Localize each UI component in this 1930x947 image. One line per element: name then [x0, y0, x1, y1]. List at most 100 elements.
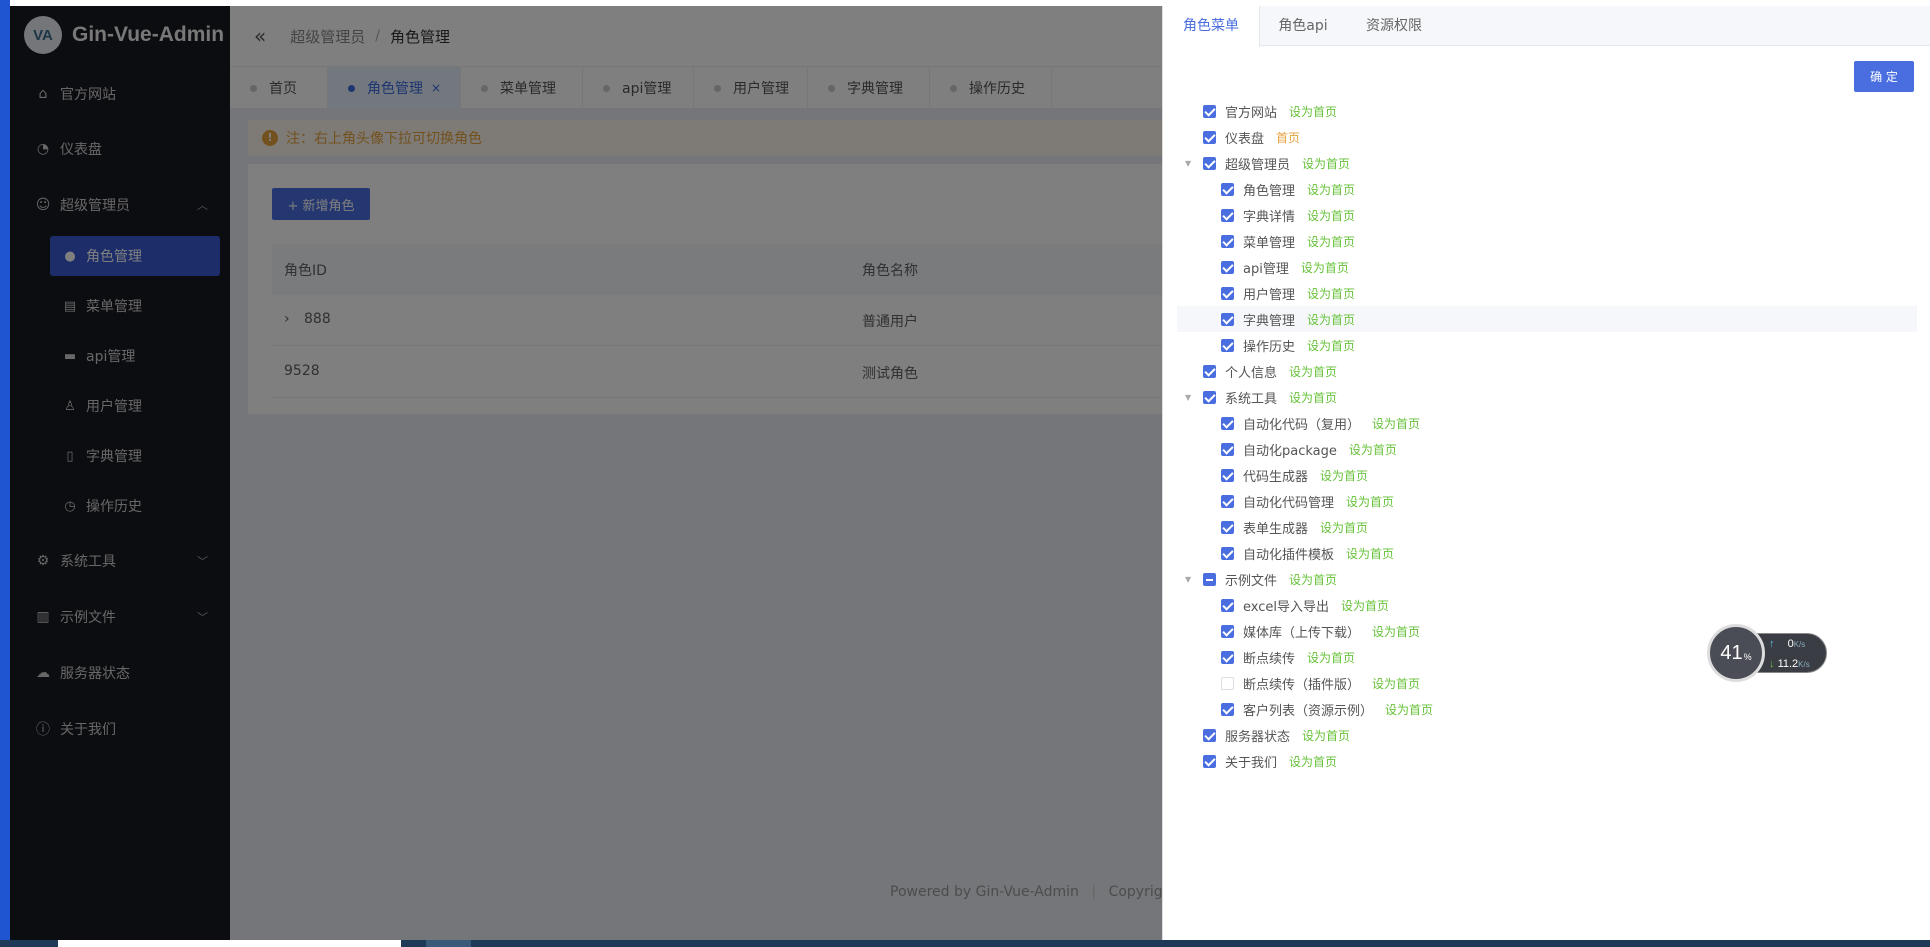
tree-node[interactable]: 仪表盘 首页 — [1203, 124, 1300, 150]
caret-down-icon[interactable]: ▼ — [1185, 159, 1191, 168]
set-home-link[interactable]: 设为首页 — [1372, 623, 1420, 640]
set-home-link[interactable]: 设为首页 — [1289, 389, 1337, 406]
checkbox[interactable] — [1221, 676, 1234, 690]
tree-node[interactable]: 自动化代码管理 设为首页 — [1221, 488, 1394, 514]
tree-node[interactable]: 官方网站 设为首页 — [1203, 98, 1337, 124]
set-home-link[interactable]: 设为首页 — [1372, 675, 1420, 692]
tree-node[interactable]: api管理 设为首页 — [1221, 254, 1349, 280]
checkbox[interactable] — [1203, 364, 1216, 378]
checkbox[interactable] — [1203, 130, 1216, 144]
tree-node[interactable]: 自动化插件模板 设为首页 — [1221, 540, 1394, 566]
set-home-link[interactable]: 设为首页 — [1289, 363, 1337, 380]
checkbox[interactable] — [1221, 468, 1234, 482]
checkbox[interactable] — [1221, 286, 1234, 300]
tree-node[interactable]: ▼ 超级管理员 设为首页 — [1185, 150, 1350, 176]
confirm-button[interactable]: 确 定 — [1854, 61, 1914, 92]
tree-node[interactable]: ▼ 示例文件 设为首页 — [1185, 566, 1337, 592]
set-home-link[interactable]: 设为首页 — [1289, 103, 1337, 120]
checkbox[interactable] — [1203, 390, 1216, 404]
set-home-link[interactable]: 设为首页 — [1307, 311, 1355, 328]
tree-node[interactable]: 表单生成器 设为首页 — [1221, 514, 1368, 540]
tree-node-label: 自动化代码（复用） — [1243, 417, 1361, 433]
set-home-link[interactable]: 设为首页 — [1289, 571, 1337, 588]
set-home-link[interactable]: 设为首页 — [1346, 493, 1394, 510]
tree-node[interactable]: ▼ 系统工具 设为首页 — [1185, 384, 1337, 410]
modal-overlay[interactable] — [10, 6, 1162, 940]
tree-node[interactable]: 用户管理 设为首页 — [1221, 280, 1355, 306]
tab-role-api[interactable]: 角色api — [1260, 6, 1346, 46]
tree-node[interactable]: 字典管理 设为首页 — [1177, 306, 1917, 332]
set-home-link[interactable]: 设为首页 — [1302, 727, 1350, 744]
set-home-link[interactable]: 设为首页 — [1346, 545, 1394, 562]
taskbar-item[interactable] — [426, 940, 471, 947]
set-home-link[interactable]: 设为首页 — [1320, 519, 1368, 536]
tree-node-label: 断点续传 — [1243, 651, 1296, 667]
checkbox[interactable] — [1221, 416, 1234, 430]
tree-node[interactable]: 断点续传 设为首页 — [1221, 644, 1355, 670]
checkbox[interactable] — [1221, 260, 1234, 274]
set-home-link[interactable]: 设为首页 — [1349, 441, 1397, 458]
checkbox[interactable] — [1203, 104, 1216, 118]
checkbox[interactable] — [1221, 520, 1234, 534]
tree-node[interactable]: 角色管理 设为首页 — [1221, 176, 1355, 202]
network-speed-widget[interactable]: 41% ↑ 0K/s ↓ 11.2K/s — [1707, 624, 1829, 682]
tree-node[interactable]: 菜单管理 设为首页 — [1221, 228, 1355, 254]
tree-node[interactable]: 服务器状态 设为首页 — [1203, 722, 1350, 748]
tree-node[interactable]: 媒体库（上传下载） 设为首页 — [1221, 618, 1420, 644]
checkbox[interactable] — [1203, 572, 1216, 586]
tab-role-menu[interactable]: 角色菜单 — [1163, 6, 1260, 47]
drawer-tabs: 角色菜单 角色api 资源权限 — [1163, 6, 1930, 47]
tree-node[interactable]: 自动化代码（复用） 设为首页 — [1221, 410, 1420, 436]
tree-node[interactable]: excel导入导出 设为首页 — [1221, 592, 1389, 618]
caret-down-icon[interactable]: ▼ — [1185, 393, 1191, 402]
tree-node-label: 自动化package — [1243, 443, 1337, 459]
caret-down-icon[interactable]: ▼ — [1185, 575, 1191, 584]
checkbox[interactable] — [1221, 598, 1234, 612]
set-home-link[interactable]: 设为首页 — [1307, 233, 1355, 250]
set-home-link[interactable]: 设为首页 — [1320, 467, 1368, 484]
tree-node-label: 菜单管理 — [1243, 235, 1296, 251]
set-home-link[interactable]: 设为首页 — [1341, 597, 1389, 614]
tree-node[interactable]: 关于我们 设为首页 — [1203, 748, 1337, 774]
tree-node[interactable]: 断点续传（插件版） 设为首页 — [1221, 670, 1420, 696]
tree-node-label: 用户管理 — [1243, 287, 1296, 303]
set-home-link[interactable]: 设为首页 — [1307, 285, 1355, 302]
set-home-link[interactable]: 设为首页 — [1301, 259, 1349, 276]
set-home-link[interactable]: 设为首页 — [1307, 181, 1355, 198]
tree-node[interactable]: 个人信息 设为首页 — [1203, 358, 1337, 384]
set-home-link[interactable]: 设为首页 — [1307, 207, 1355, 224]
set-home-link[interactable]: 设为首页 — [1307, 337, 1355, 354]
checkbox[interactable] — [1221, 624, 1234, 638]
set-home-link[interactable]: 设为首页 — [1372, 415, 1420, 432]
set-home-link[interactable]: 设为首页 — [1307, 649, 1355, 666]
checkbox[interactable] — [1221, 182, 1234, 196]
checkbox[interactable] — [1221, 702, 1234, 716]
tree-node-label: 自动化代码管理 — [1243, 495, 1335, 511]
tree-node[interactable]: 字典详情 设为首页 — [1221, 202, 1355, 228]
checkbox[interactable] — [1221, 234, 1234, 248]
checkbox[interactable] — [1221, 442, 1234, 456]
checkbox[interactable] — [1203, 728, 1216, 742]
checkbox[interactable] — [1203, 754, 1216, 768]
tab-resource-permission[interactable]: 资源权限 — [1346, 6, 1442, 46]
tree-node[interactable]: 操作历史 设为首页 — [1221, 332, 1355, 358]
taskbar-item[interactable] — [58, 940, 401, 947]
usage-gauge: 41% — [1707, 624, 1765, 682]
checkbox[interactable] — [1203, 156, 1216, 170]
tree-node-label: 系统工具 — [1225, 391, 1278, 407]
checkbox[interactable] — [1221, 650, 1234, 664]
tree-node[interactable]: 自动化package 设为首页 — [1221, 436, 1397, 462]
set-home-link[interactable]: 设为首页 — [1302, 155, 1350, 172]
set-home-link[interactable]: 设为首页 — [1385, 701, 1433, 718]
checkbox[interactable] — [1221, 546, 1234, 560]
tree-node[interactable]: 客户列表（资源示例） 设为首页 — [1221, 696, 1433, 722]
window-edge — [0, 0, 10, 947]
taskbar — [0, 940, 1930, 947]
checkbox[interactable] — [1221, 312, 1234, 326]
tree-node-label: 自动化插件模板 — [1243, 547, 1335, 563]
checkbox[interactable] — [1221, 208, 1234, 222]
tree-node[interactable]: 代码生成器 设为首页 — [1221, 462, 1368, 488]
checkbox[interactable] — [1221, 338, 1234, 352]
set-home-link[interactable]: 设为首页 — [1289, 753, 1337, 770]
checkbox[interactable] — [1221, 494, 1234, 508]
